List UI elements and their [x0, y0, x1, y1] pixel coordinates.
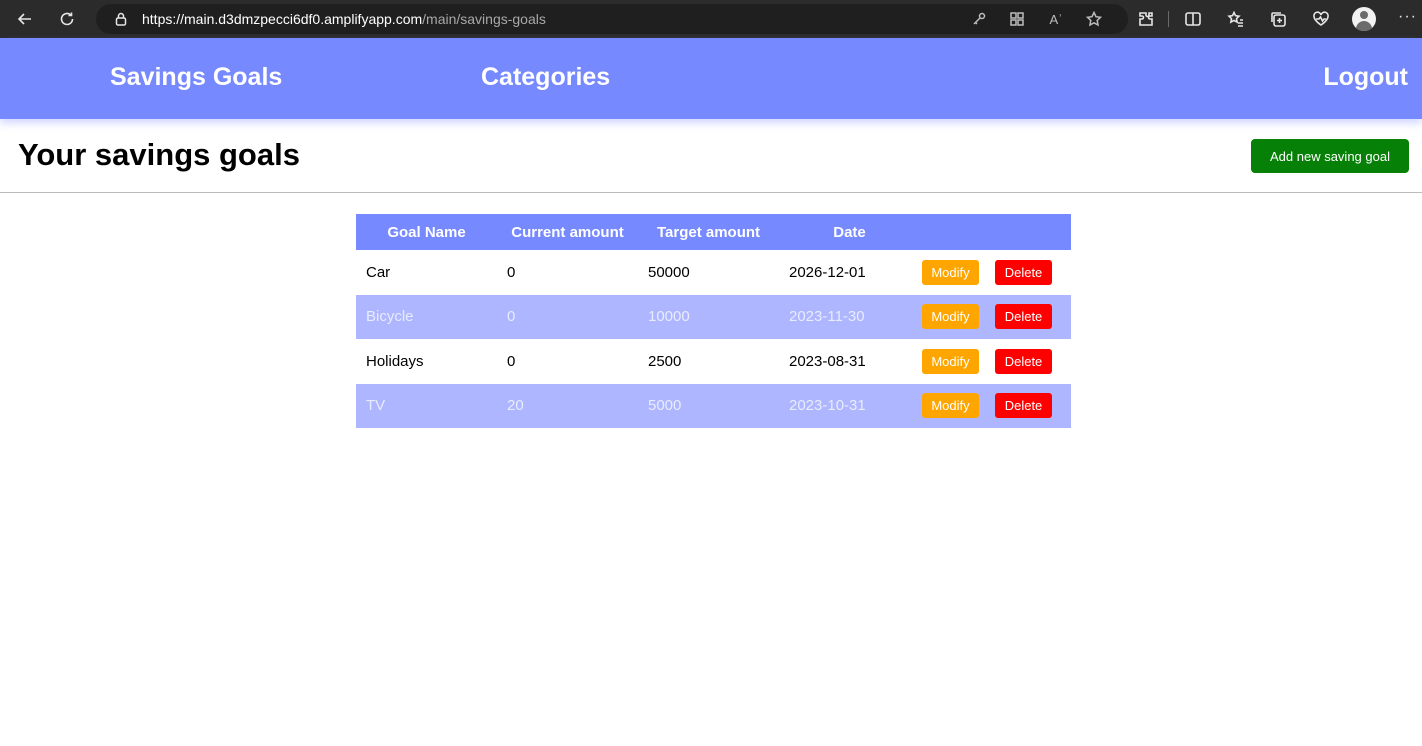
table-row: Car 0 50000 2026-12-01 Modify Delete: [356, 250, 1071, 295]
modify-button[interactable]: Modify: [922, 393, 979, 419]
goal-date: 2023-10-31: [779, 383, 920, 428]
extensions-icon[interactable]: [1134, 7, 1158, 31]
target-amount: 5000: [638, 383, 779, 428]
header-target-amount: Target amount: [638, 214, 779, 250]
modify-button[interactable]: Modify: [922, 259, 979, 285]
collections-icon[interactable]: [1266, 7, 1290, 31]
table-header-row: Goal Name Current amount Target amount D…: [356, 214, 1071, 250]
refresh-icon[interactable]: [55, 7, 79, 31]
add-saving-goal-button[interactable]: Add new saving goal: [1251, 139, 1409, 173]
delete-button[interactable]: Delete: [995, 304, 1052, 330]
nav-categories[interactable]: Categories: [481, 63, 610, 92]
favorite-star-icon[interactable]: [1084, 9, 1104, 29]
more-icon[interactable]: ···: [1398, 8, 1417, 26]
goal-date: 2023-11-30: [779, 294, 920, 339]
delete-button[interactable]: Delete: [995, 348, 1052, 374]
target-amount: 2500: [648, 352, 682, 370]
current-amount: 20: [497, 383, 638, 428]
address-bar[interactable]: https://main.d3dmzpecci6df0.amplifyapp.c…: [96, 4, 1128, 34]
table-row: Bicycle 0 10000 2023-11-30 Modify Delete: [356, 294, 1071, 339]
lock-icon[interactable]: [113, 11, 129, 27]
header-date: Date: [779, 214, 920, 250]
current-amount: 0: [507, 263, 516, 281]
delete-button[interactable]: Delete: [995, 393, 1052, 419]
performance-icon[interactable]: [1309, 7, 1333, 31]
favorites-icon[interactable]: [1224, 7, 1248, 31]
goal-name: Car: [366, 263, 391, 281]
header-divider: [0, 192, 1422, 193]
header-current-amount: Current amount: [497, 214, 638, 250]
header-actions: [920, 214, 1071, 250]
url-host: https://main.d3dmzpecci6df0.amplifyapp.c…: [142, 11, 423, 27]
goal-date: 2026-12-01: [789, 263, 866, 281]
split-screen-icon[interactable]: [1181, 7, 1205, 31]
nav-savings-goals[interactable]: Savings Goals: [110, 63, 282, 92]
browser-toolbar: https://main.d3dmzpecci6df0.amplifyapp.c…: [0, 0, 1422, 38]
url-text[interactable]: https://main.d3dmzpecci6df0.amplifyapp.c…: [142, 11, 546, 27]
table-row: Holidays 0 2500 2023-08-31 Modify Delete: [356, 339, 1071, 384]
row-actions: Modify Delete: [920, 383, 1071, 428]
modify-button[interactable]: Modify: [922, 304, 979, 330]
nav-logout[interactable]: Logout: [1323, 63, 1408, 92]
goal-date: 2023-08-31: [789, 352, 866, 370]
current-amount: 0: [497, 294, 638, 339]
target-amount: 10000: [638, 294, 779, 339]
goal-name: Holidays: [366, 352, 424, 370]
row-actions: Modify Delete: [920, 294, 1071, 339]
key-icon[interactable]: [969, 9, 989, 29]
row-actions: Modify Delete: [920, 250, 1071, 295]
toolbar-separator: [1168, 11, 1169, 27]
read-aloud-icon[interactable]: Aʾ: [1046, 9, 1066, 29]
savings-goals-table: Goal Name Current amount Target amount D…: [356, 214, 1071, 428]
table-row: TV 20 5000 2023-10-31 Modify Delete: [356, 383, 1071, 428]
app-navbar: Savings Goals Categories Logout: [0, 38, 1422, 119]
goal-name: Bicycle: [356, 294, 497, 339]
header-goal-name: Goal Name: [356, 214, 497, 250]
page-title: Your savings goals: [18, 137, 300, 172]
target-amount: 50000: [648, 263, 690, 281]
current-amount: 0: [507, 352, 516, 370]
delete-button[interactable]: Delete: [995, 259, 1052, 285]
profile-icon[interactable]: [1352, 7, 1376, 31]
url-path: /main/savings-goals: [422, 11, 546, 27]
row-actions: Modify Delete: [920, 339, 1071, 384]
goal-name: TV: [356, 383, 497, 428]
back-icon[interactable]: [13, 7, 37, 31]
apps-icon[interactable]: [1007, 9, 1027, 29]
modify-button[interactable]: Modify: [922, 348, 979, 374]
